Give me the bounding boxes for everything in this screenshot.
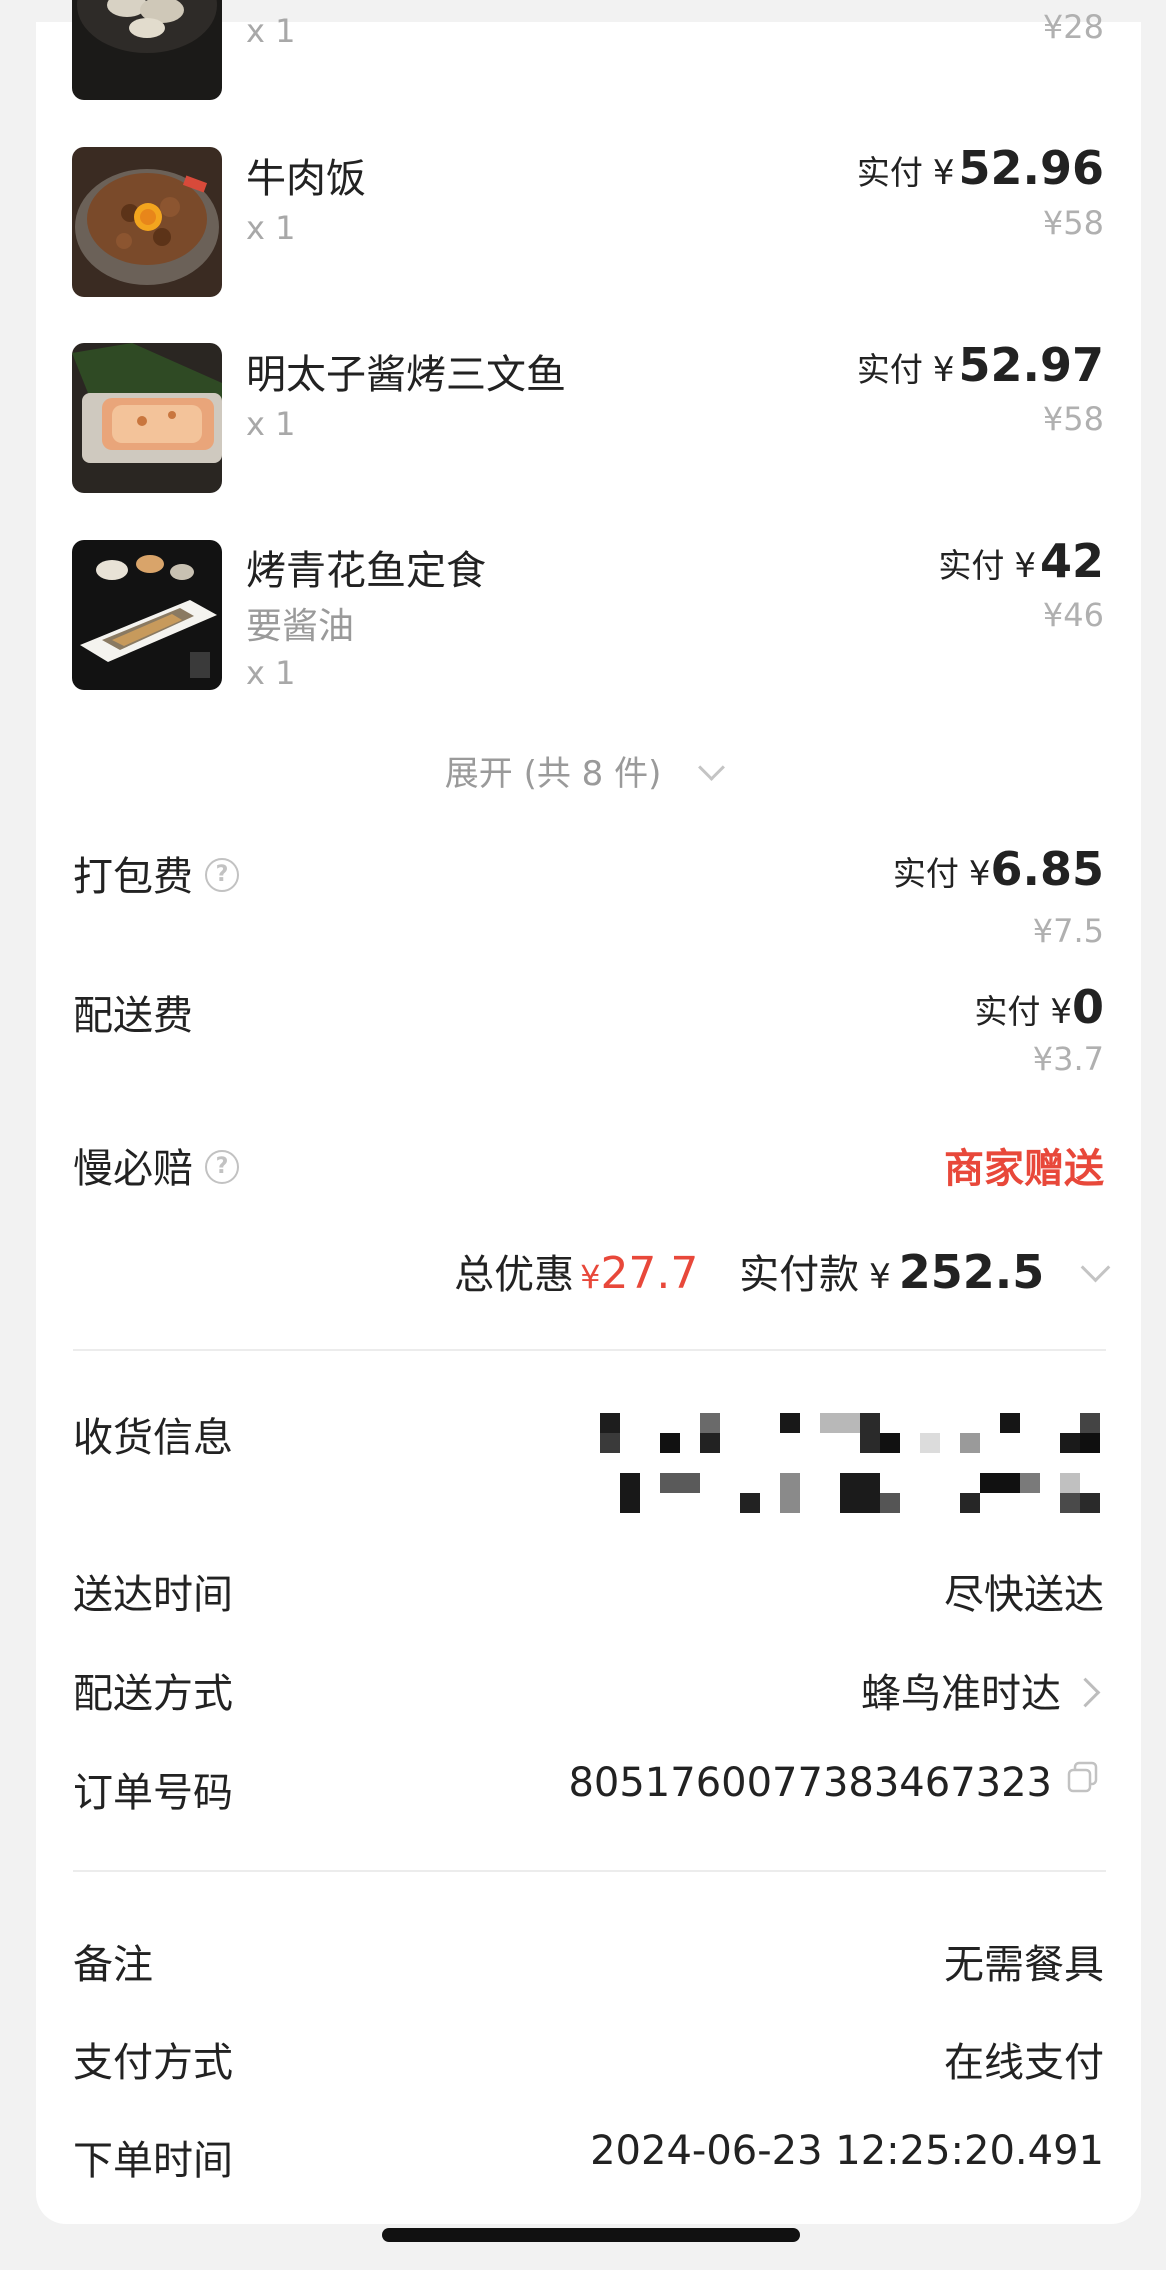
paid-total-currency: ¥: [869, 1257, 891, 1297]
item-original-price: ¥46: [1042, 596, 1104, 634]
packing-fee-original: ¥7.5: [1032, 912, 1104, 950]
remark-value: 无需餐具: [944, 1942, 1104, 1988]
delivery-fee-original: ¥3.7: [1032, 1040, 1104, 1078]
order-totals[interactable]: 总优惠 ¥27.7 实付款 ¥252.5: [454, 1242, 1111, 1300]
copy-icon[interactable]: [1066, 1758, 1100, 1804]
discount-currency: ¥: [580, 1258, 601, 1296]
delivery-method-label: 配送方式: [73, 1671, 233, 1717]
item-original-price: ¥28: [1042, 8, 1104, 46]
question-icon[interactable]: ?: [205, 858, 239, 892]
receiver-info-label: 收货信息: [73, 1415, 233, 1461]
packing-fee-paid: 实付 ¥6.85: [892, 842, 1104, 896]
packing-fee-label: 打包费?: [73, 844, 239, 902]
remark-label: 备注: [73, 1942, 153, 1988]
receiver-info-redacted: [580, 1405, 1120, 1515]
payment-method-value: 在线支付: [944, 2040, 1104, 2086]
discount-value: 27.7: [600, 1248, 699, 1299]
item-image-mentaiko-salmon[interactable]: [72, 343, 222, 493]
late-compensation-label: 慢必赔?: [73, 1136, 239, 1194]
delivery-time-value: 尽快送达: [944, 1572, 1104, 1618]
item-original-price: ¥58: [1042, 204, 1104, 242]
delivery-fee-label: 配送费: [73, 993, 193, 1039]
item-paid-price: 实付 ¥52.97: [856, 338, 1104, 392]
discount-label: 总优惠: [454, 1252, 575, 1298]
order-time-label: 下单时间: [73, 2138, 233, 2184]
delivery-time-label: 送达时间: [73, 1572, 233, 1618]
divider: [73, 1349, 1106, 1351]
order-time-value: 2024-06-23 12:25:20.491: [590, 2128, 1104, 2174]
chevron-down-icon: [698, 746, 726, 786]
item-quantity: x 1: [246, 405, 296, 443]
order-number-value: 8051760077383467323: [568, 1760, 1100, 1808]
paid-total-label: 实付款: [739, 1252, 860, 1298]
item-name: 明太子酱烤三文鱼: [246, 352, 566, 398]
item-name: 牛肉饭: [246, 156, 366, 202]
item-quantity: x 1: [246, 12, 296, 50]
expand-label: 展开 (共 8 件): [444, 754, 662, 794]
expand-items-button[interactable]: 展开 (共 8 件): [0, 746, 1166, 795]
item-quantity: x 1: [246, 209, 296, 247]
payment-method-label: 支付方式: [73, 2040, 233, 2086]
item-paid-price: 实付 ¥42: [938, 534, 1104, 588]
item-image-beef-rice[interactable]: [72, 147, 222, 297]
item-quantity: x 1: [246, 654, 296, 692]
divider: [73, 1870, 1106, 1872]
item-original-price: ¥58: [1042, 400, 1104, 438]
order-number-label: 订单号码: [73, 1770, 233, 1816]
item-note: 要酱油: [246, 606, 355, 647]
delivery-fee-paid: 实付 ¥0: [974, 980, 1104, 1034]
item-paid-price: 实付 ¥52.96: [856, 141, 1104, 195]
late-compensation-value: 商家赠送: [944, 1146, 1104, 1192]
item-name: 烤青花鱼定食: [246, 548, 486, 594]
item-image-dumpling[interactable]: [72, 0, 222, 100]
chevron-right-icon: [1070, 1677, 1101, 1708]
delivery-method-value[interactable]: 蜂鸟准时达: [861, 1661, 1101, 1719]
item-image-mackerel-set[interactable]: [72, 540, 222, 690]
chevron-down-icon: [1080, 1242, 1111, 1288]
home-indicator[interactable]: [382, 2228, 800, 2242]
paid-total-value: 252.5: [898, 1245, 1045, 1299]
question-icon[interactable]: ?: [205, 1150, 239, 1184]
